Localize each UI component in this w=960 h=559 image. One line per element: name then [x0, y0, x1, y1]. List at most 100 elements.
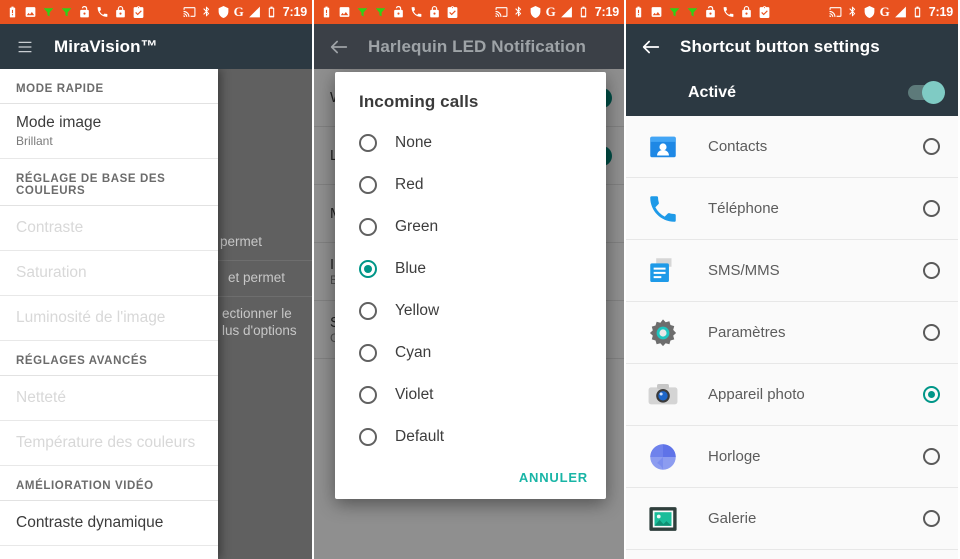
radio-button-selected-icon[interactable] — [923, 386, 940, 403]
messaging-icon — [650, 257, 672, 282]
app-row-appareil-photo[interactable]: Appareil photo — [626, 364, 958, 426]
download-green-icon — [43, 8, 54, 17]
cancel-button[interactable]: ANNULER — [519, 470, 588, 485]
app-row-horloge[interactable]: Horloge — [626, 426, 958, 488]
missed-call-icon — [411, 7, 422, 17]
cast-icon — [183, 7, 196, 17]
radio-option-cyan[interactable]: Cyan — [335, 332, 606, 374]
battery-alert-icon — [9, 6, 16, 18]
battery-icon — [268, 6, 274, 18]
image-icon — [25, 7, 36, 17]
back-arrow-icon[interactable] — [328, 36, 350, 58]
missed-call-icon — [97, 7, 108, 17]
drawer-item-label: Netteté — [16, 389, 66, 406]
status-bar-1: G 7:19 — [0, 0, 312, 24]
radio-button-icon[interactable] — [359, 176, 377, 194]
drawer-item-contraste-dynamique[interactable]: Contraste dynamique — [0, 501, 218, 546]
status-bar-2: G 7:19 — [314, 0, 624, 24]
status-clock-3: 7:19 — [928, 5, 953, 19]
gprs-g-icon: G — [545, 4, 556, 19]
radio-button-icon[interactable] — [359, 386, 377, 404]
radio-button-icon[interactable] — [359, 344, 377, 362]
signal-bars-icon — [560, 6, 572, 18]
radio-button-icon[interactable] — [359, 134, 377, 152]
app-name: Téléphone — [708, 200, 779, 217]
drawer-item-label: Mode image — [16, 114, 102, 131]
radio-button-icon[interactable] — [359, 302, 377, 320]
radio-option-label: Cyan — [395, 344, 432, 361]
signal-bars-icon — [894, 6, 906, 18]
enabled-toggle-switch[interactable] — [908, 81, 945, 104]
radio-button-icon[interactable] — [923, 324, 940, 341]
radio-button-icon[interactable] — [923, 510, 940, 527]
drawer-item-label: Saturation — [16, 264, 87, 281]
missed-call-icon — [723, 7, 734, 17]
drawer-item-effet-de-couleur[interactable]: Effet de couleur — [0, 546, 218, 559]
download-green-icon — [375, 8, 386, 17]
radio-option-default[interactable]: Default — [335, 416, 606, 458]
app-shortcut-list: Contacts Téléphone SMS/MMS Paramètres Ap… — [626, 116, 958, 559]
radio-option-blue[interactable]: Blue — [335, 248, 606, 290]
lock-open-icon — [394, 6, 403, 18]
app-name: SMS/MMS — [708, 262, 780, 279]
signal-bars-icon — [248, 6, 260, 18]
radio-button-icon[interactable] — [359, 218, 377, 236]
vpn-shield-icon — [218, 6, 229, 18]
app-row-parametres[interactable]: Paramètres — [626, 302, 958, 364]
drawer-section-header: RÉGLAGES AVANCÉS — [0, 341, 218, 376]
radio-button-icon[interactable] — [923, 448, 940, 465]
radio-button-icon[interactable] — [923, 138, 940, 155]
radio-button-icon[interactable] — [359, 428, 377, 446]
battery-alert-icon — [635, 6, 642, 18]
phone-icon — [650, 195, 676, 222]
gprs-g-icon: G — [879, 4, 890, 19]
drawer-section-header: RÉGLAGE DE BASE DES COULEURS — [0, 159, 218, 206]
drawer-item-label: Luminosité de l'image — [16, 309, 166, 326]
clipboard-check-icon — [759, 6, 770, 18]
radio-option-green[interactable]: Green — [335, 206, 606, 248]
radio-option-label: None — [395, 134, 433, 151]
radio-option-red[interactable]: Red — [335, 164, 606, 206]
status-icons-left-2 — [320, 5, 459, 19]
panel1-body: permet et permet ectionner le lus d'opti… — [0, 69, 312, 559]
radio-option-none[interactable]: None — [335, 122, 606, 164]
page-title-3: Shortcut button settings — [680, 36, 880, 56]
radio-option-violet[interactable]: Violet — [335, 374, 606, 416]
app-name: Horloge — [708, 448, 761, 465]
clipboard-check-icon — [133, 6, 144, 18]
app-row-galerie[interactable]: Galerie — [626, 488, 958, 550]
status-icons-left-3 — [632, 5, 771, 19]
clipboard-check-icon — [447, 6, 458, 18]
lock-open-icon — [80, 6, 89, 18]
app-name: Appareil photo — [708, 386, 805, 403]
settings-gear-icon — [649, 318, 677, 346]
radio-button-icon[interactable] — [923, 200, 940, 217]
app-row-sms-mms[interactable]: SMS/MMS — [626, 240, 958, 302]
radio-option-yellow[interactable]: Yellow — [335, 290, 606, 332]
radio-option-label: Red — [395, 176, 424, 193]
cast-icon — [495, 7, 508, 17]
battery-icon — [580, 6, 586, 18]
radio-option-label: Yellow — [395, 302, 440, 319]
status-icons-right-1: G 7:19 — [183, 4, 307, 20]
radio-option-label: Default — [395, 428, 445, 445]
app-row-contacts[interactable]: Contacts — [626, 116, 958, 178]
radio-option-label: Green — [395, 218, 439, 235]
enabled-toggle-row[interactable]: Activé — [626, 69, 958, 116]
toolbar-miravision: MiraVision™ — [0, 24, 312, 69]
download-green-icon — [669, 8, 680, 17]
panel-shortcut-button-settings: G 7:19 Shortcut button settings Activé C… — [626, 0, 958, 559]
drawer-item-value: Brillant — [16, 134, 53, 148]
bluetooth-icon — [202, 6, 209, 17]
status-clock-1: 7:19 — [282, 5, 307, 19]
page-title-1: MiraVision™ — [54, 36, 158, 56]
drawer-item-label: Température des couleurs — [16, 434, 196, 451]
back-arrow-icon[interactable] — [640, 36, 662, 58]
drawer-item-luminosite: Luminosité de l'image — [0, 296, 218, 341]
drawer-item-mode-image[interactable]: Mode image Brillant — [0, 104, 218, 159]
download-green-icon — [357, 8, 368, 17]
hamburger-menu-icon[interactable] — [14, 36, 36, 58]
app-row-telephone[interactable]: Téléphone — [626, 178, 958, 240]
radio-button-selected-icon[interactable] — [359, 260, 377, 278]
radio-button-icon[interactable] — [923, 262, 940, 279]
